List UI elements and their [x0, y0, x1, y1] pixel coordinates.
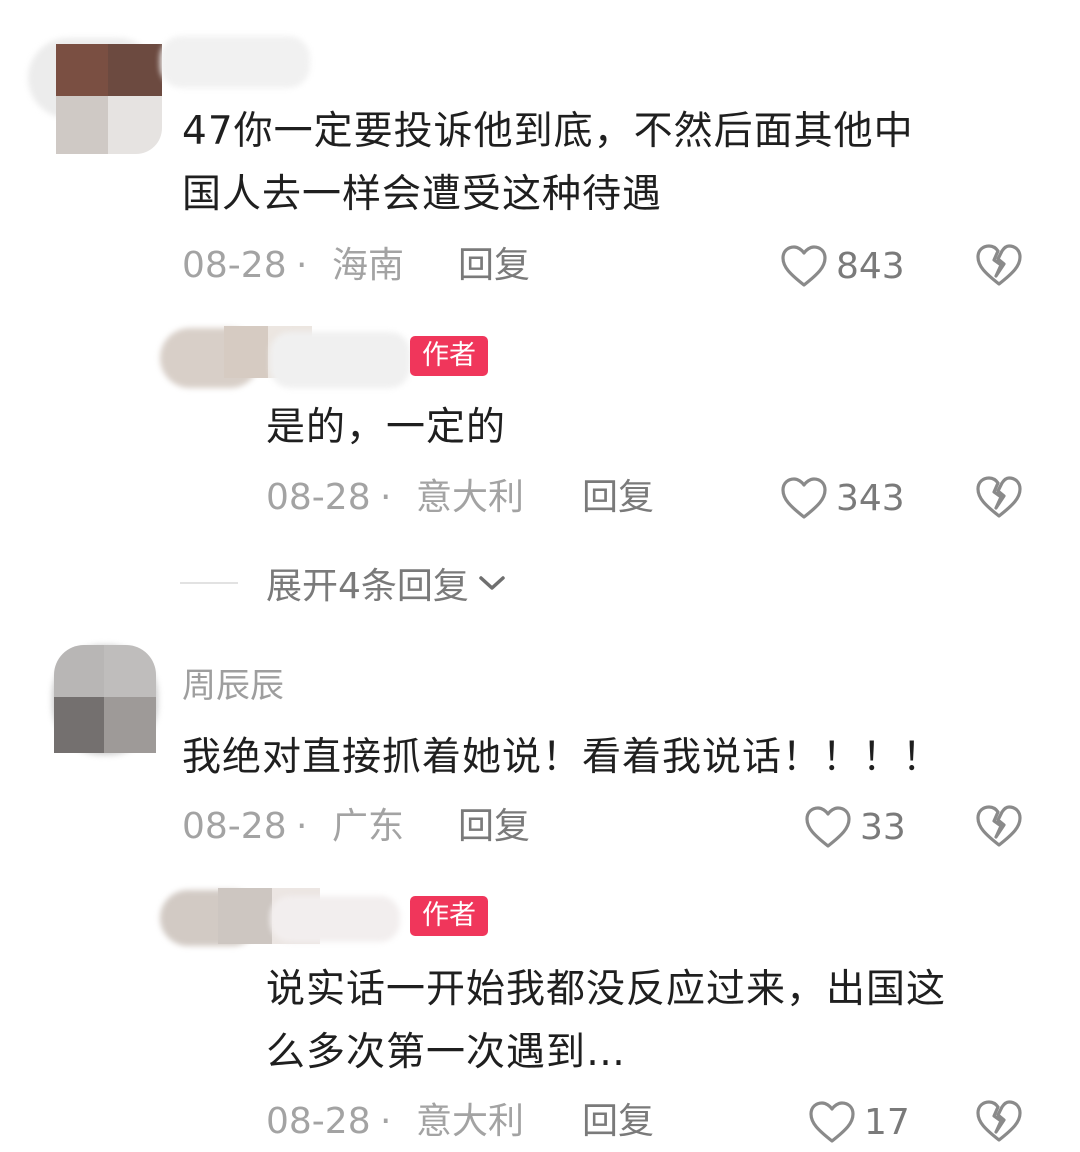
like-button[interactable]: 343 — [780, 474, 905, 522]
username-redacted[interactable] — [160, 36, 310, 88]
broken-heart-icon — [976, 1100, 1022, 1142]
reply-button[interactable]: 回复 — [582, 474, 654, 522]
comment-text-line: 国人去一样会遭受这种待遇 — [182, 172, 663, 217]
expand-replies-button[interactable]: 展开4条回复 — [266, 558, 507, 608]
like-count: 343 — [836, 477, 905, 519]
avatar[interactable] — [28, 18, 168, 166]
dislike-button[interactable] — [975, 1099, 1023, 1147]
username[interactable]: 周辰辰 — [182, 664, 284, 708]
meta-separator: · — [380, 1101, 392, 1142]
avatar[interactable] — [160, 322, 410, 402]
like-button[interactable]: 17 — [808, 1098, 910, 1146]
reply-text-line: 说实话一开始我都没反应过来，出国这 — [266, 967, 947, 1012]
meta-separator: · — [296, 245, 308, 286]
dislike-button[interactable] — [975, 243, 1023, 291]
avatar[interactable] — [48, 645, 163, 760]
reply-button[interactable]: 回复 — [458, 803, 530, 851]
like-button[interactable]: 843 — [780, 242, 905, 290]
reply-text-line: 么多次第一次遇到… — [266, 1030, 627, 1075]
heart-outline-icon — [781, 477, 827, 519]
comment-text-line: 我绝对直接抓着她说！看着我说话！！！！ — [182, 735, 943, 780]
like-count: 843 — [836, 245, 905, 287]
expand-replies-label: 展开4条回复 — [266, 566, 469, 607]
reply-button[interactable]: 回复 — [458, 242, 530, 290]
like-count: 33 — [860, 806, 906, 848]
reply-date: 08-28 — [266, 1101, 371, 1142]
heart-outline-icon — [781, 245, 827, 287]
divider — [180, 582, 238, 584]
reply-button[interactable]: 回复 — [582, 1098, 654, 1146]
broken-heart-icon — [976, 805, 1022, 847]
heart-outline-icon — [805, 806, 851, 848]
heart-outline-icon — [809, 1101, 855, 1143]
meta-separator: · — [296, 806, 308, 847]
chevron-down-icon — [479, 576, 505, 590]
like-count: 17 — [864, 1101, 910, 1143]
broken-heart-icon — [976, 476, 1022, 518]
dislike-button[interactable] — [975, 804, 1023, 852]
dislike-button[interactable] — [975, 475, 1023, 523]
author-badge: 作者 — [410, 896, 488, 936]
comment-location: 广东 — [332, 806, 405, 847]
comment-date: 08-28 — [182, 245, 287, 286]
reply-text-line: 是的，一定的 — [266, 405, 507, 450]
comment-date: 08-28 — [182, 806, 287, 847]
comment-text-line: 47你一定要投诉他到底，不然后面其他中 — [182, 109, 914, 154]
reply-location: 意大利 — [416, 477, 525, 518]
broken-heart-icon — [976, 244, 1022, 286]
meta-separator: · — [380, 477, 392, 518]
avatar[interactable] — [160, 884, 410, 956]
reply-date: 08-28 — [266, 477, 371, 518]
author-badge: 作者 — [410, 336, 488, 376]
comment-location: 海南 — [332, 245, 405, 286]
reply-location: 意大利 — [416, 1101, 525, 1142]
like-button[interactable]: 33 — [804, 803, 906, 851]
